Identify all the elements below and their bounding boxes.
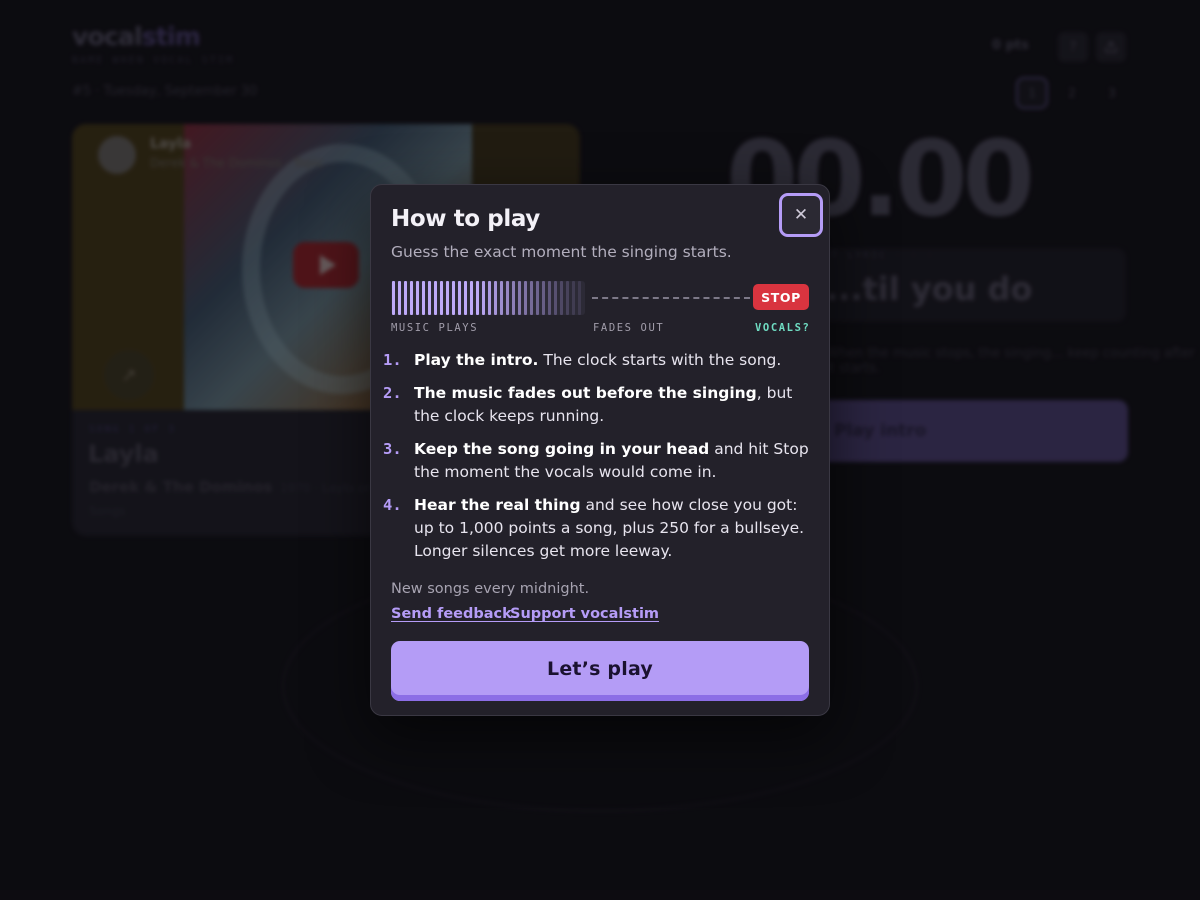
label-fades-out: FADES OUT — [593, 322, 665, 334]
waveform-bar — [470, 281, 473, 315]
step-text: The music fades out before the singing, … — [414, 382, 813, 428]
step-number: 3. — [383, 440, 402, 458]
waveform-bar — [434, 281, 437, 315]
label-music-plays: MUSIC PLAYS — [391, 322, 479, 334]
step-text: Hear the real thing and see how close yo… — [414, 494, 813, 563]
waveform-bar — [398, 281, 401, 315]
waveform-bar — [536, 281, 539, 315]
waveform-bar — [440, 281, 443, 315]
label-vocals: VOCALS? — [755, 322, 811, 334]
step-number: 2. — [383, 384, 402, 402]
waveform-bar — [476, 281, 479, 315]
waveform-bar — [506, 281, 509, 315]
waveform-bar — [488, 281, 491, 315]
step-bold: Keep the song going in your head — [414, 440, 710, 458]
waveform-bar — [560, 281, 563, 315]
how-to-play-dialog: How to play ✕ Guess the exact moment the… — [370, 184, 830, 716]
waveform-bar — [500, 281, 503, 315]
waveform-bar — [530, 281, 533, 315]
step-item: 2. The music fades out before the singing… — [383, 382, 813, 428]
waveform-bar — [458, 281, 461, 315]
lets-play-button[interactable]: Let’s play — [391, 641, 809, 701]
step-item: 1. Play the intro. The clock starts with … — [383, 349, 813, 372]
waveform-bar — [548, 281, 551, 315]
send-feedback-link[interactable]: Send feedback — [391, 606, 512, 622]
waveform-illustration — [391, 281, 585, 315]
waveform-bar — [422, 281, 425, 315]
waveform-bar — [446, 281, 449, 315]
close-button[interactable]: ✕ — [779, 193, 823, 237]
silence-dashed-line — [592, 297, 750, 299]
waveform-bar — [428, 281, 431, 315]
steps-list: 1. Play the intro. The clock starts with … — [383, 349, 813, 573]
waveform-bar — [542, 281, 545, 315]
waveform-bar — [512, 281, 515, 315]
step-number: 4. — [383, 496, 402, 514]
waveform-bar — [494, 281, 497, 315]
support-link[interactable]: Support vocalstim — [510, 606, 659, 622]
dialog-title: How to play — [391, 206, 540, 232]
close-icon: ✕ — [793, 205, 809, 225]
step-number: 1. — [383, 351, 402, 369]
step-rest: The clock starts with the song. — [538, 351, 782, 369]
waveform-bar — [524, 281, 527, 315]
waveform-bar — [410, 281, 413, 315]
waveform-bar — [482, 281, 485, 315]
waveform-bar — [578, 281, 581, 315]
step-item: 4. Hear the real thing and see how close … — [383, 494, 813, 563]
waveform-bar — [452, 281, 455, 315]
new-songs-note: New songs every midnight. — [391, 581, 590, 597]
waveform-bar — [566, 281, 569, 315]
waveform-bar — [464, 281, 467, 315]
step-item: 3. Keep the song going in your head and h… — [383, 438, 813, 484]
stop-badge: STOP — [753, 284, 809, 310]
step-bold: The music fades out before the singing — [414, 384, 757, 402]
step-text: Play the intro. The clock starts with th… — [414, 349, 781, 372]
waveform-bar — [518, 281, 521, 315]
waveform-bar — [572, 281, 575, 315]
waveform-bar — [392, 281, 395, 315]
step-text: Keep the song going in your head and hit… — [414, 438, 813, 484]
waveform-bar — [404, 281, 407, 315]
waveform-bar — [416, 281, 419, 315]
step-bold: Play the intro. — [414, 351, 539, 369]
dialog-subtitle: Guess the exact moment the singing start… — [391, 243, 732, 261]
waveform-bar — [554, 281, 557, 315]
step-bold: Hear the real thing — [414, 496, 581, 514]
